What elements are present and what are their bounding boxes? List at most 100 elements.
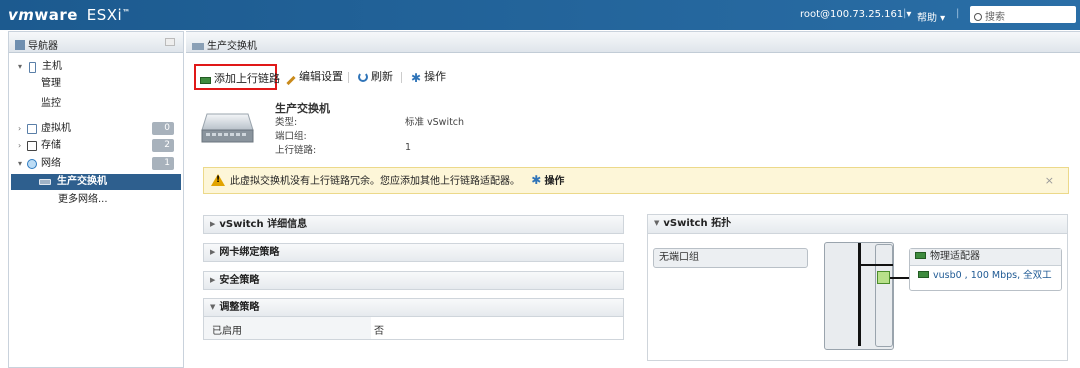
adapter-header-label: 物理适配器 xyxy=(930,251,980,262)
warning-icon xyxy=(211,174,225,186)
connector-line xyxy=(858,264,893,266)
switch-icon xyxy=(39,179,51,185)
actions-button[interactable]: ✱ 操作 xyxy=(411,64,446,90)
chevron-right-icon: ▶ xyxy=(210,276,216,284)
sidebar-item-label: 虚拟机 xyxy=(41,123,71,134)
traffic-shaping-section[interactable]: ▼ 调整策略 xyxy=(203,298,624,317)
shaping-enabled-value: 否 xyxy=(374,326,384,337)
pencil-icon xyxy=(286,75,296,86)
page-title: 生产交换机 xyxy=(207,41,257,52)
topology-header[interactable]: ▼ vSwitch 拓扑 xyxy=(648,215,1067,234)
refresh-button[interactable]: 刷新 xyxy=(358,64,393,90)
alert-actions-link[interactable]: 操作 xyxy=(544,176,564,187)
search-input[interactable]: 搜索 xyxy=(970,6,1076,23)
alert-text: 此虚拟交换机没有上行链路冗余。您应添加其他上行链路适配器。 xyxy=(230,176,520,187)
count-badge: 0 xyxy=(152,122,174,135)
count-badge: 1 xyxy=(152,157,174,170)
chevron-down-icon: ▼ xyxy=(210,303,216,311)
expand-icon[interactable]: ▾ xyxy=(18,156,22,172)
top-bar: vmware ESXi™ root@100.73.25.161 ▾ | 帮助 ▾… xyxy=(0,0,1080,30)
vmware-esxi-logo: vmware ESXi™ xyxy=(8,6,131,24)
header-separator: | xyxy=(903,8,907,19)
actions-label: 操作 xyxy=(424,70,447,83)
physical-adapter-box: 物理适配器 vusb0 , 100 Mbps, 全双工 xyxy=(909,248,1062,291)
toolbar-divider xyxy=(401,72,402,83)
sidebar-item-monitor[interactable]: 监控 xyxy=(9,96,183,112)
main-header: 生产交换机 xyxy=(186,32,1080,53)
sidebar-item-storage[interactable]: › 存储 2 xyxy=(9,138,183,154)
expand-icon[interactable]: › xyxy=(18,121,21,137)
edit-settings-label: 编辑设置 xyxy=(299,70,343,83)
refresh-label: 刷新 xyxy=(371,70,393,83)
expand-icon[interactable]: › xyxy=(18,138,21,154)
navigator-title: 导航器 xyxy=(28,41,58,52)
sidebar-item-label: 管理 xyxy=(41,78,61,89)
logo-ware: ware xyxy=(34,6,78,24)
help-menu[interactable]: 帮助 ▾ xyxy=(917,9,945,24)
section-title: vSwitch 详细信息 xyxy=(219,219,308,230)
chevron-right-icon: ▶ xyxy=(210,220,216,228)
toolbar-divider xyxy=(348,72,349,83)
user-menu[interactable]: root@100.73.25.161 ▾ xyxy=(800,9,911,20)
gear-icon: ✱ xyxy=(411,71,422,85)
security-policy-section[interactable]: ▶ 安全策略 xyxy=(203,271,624,290)
adapter-header: 物理适配器 xyxy=(910,249,1061,266)
expand-icon[interactable]: ▾ xyxy=(18,59,22,75)
vm-icon xyxy=(27,124,37,134)
navigator-header: 导航器 xyxy=(9,32,183,53)
sidebar-item-label: 生产交换机 xyxy=(57,176,107,187)
vswitch-device-icon xyxy=(201,113,254,143)
shaping-enabled-label: 已启用 xyxy=(204,317,371,339)
uplink-box xyxy=(875,244,893,347)
section-title: vSwitch 拓扑 xyxy=(663,218,732,229)
adapter-row[interactable]: vusb0 , 100 Mbps, 全双工 xyxy=(910,266,1061,286)
logo-trademark: ™ xyxy=(122,8,131,17)
sidebar-item-network[interactable]: ▾ 网络 1 xyxy=(9,156,183,172)
sidebar-item-label: 存储 xyxy=(41,140,61,151)
add-uplink-label: 添加上行链路 xyxy=(214,72,280,85)
header-separator: | xyxy=(956,8,960,19)
nic-icon xyxy=(200,77,211,84)
nic-icon xyxy=(918,271,929,278)
sidebar-item-manage[interactable]: 管理 xyxy=(9,76,183,92)
section-title: 网卡绑定策略 xyxy=(219,247,280,258)
collapse-icon[interactable] xyxy=(165,38,175,46)
search-placeholder: 搜索 xyxy=(985,12,1005,23)
logo-vm: vm xyxy=(8,6,35,24)
portgroup-label: 端口组: xyxy=(275,131,307,142)
network-icon xyxy=(27,159,37,169)
sidebar-item-label: 网络 xyxy=(41,158,61,169)
vswitch-details-section[interactable]: ▶ vSwitch 详细信息 xyxy=(203,215,624,234)
chevron-right-icon: ▶ xyxy=(210,248,216,256)
uplink-port-icon[interactable] xyxy=(877,271,890,284)
refresh-icon xyxy=(358,72,368,82)
redundancy-warning-alert: 此虚拟交换机没有上行链路冗余。您应添加其他上行链路适配器。 ✱ 操作 × xyxy=(203,167,1069,194)
sidebar-item-label: 主机 xyxy=(42,61,62,72)
gear-icon: ✱ xyxy=(531,173,542,187)
chevron-down-icon: ▼ xyxy=(654,219,660,227)
connector-line xyxy=(890,277,909,279)
adapter-row-label: vusb0 , 100 Mbps, 全双工 xyxy=(933,270,1052,281)
sidebar-item-label: 监控 xyxy=(41,98,61,109)
search-icon xyxy=(974,13,982,21)
shaping-enabled-row: 已启用 否 xyxy=(203,317,624,340)
logo-product: ESXi xyxy=(86,6,123,24)
add-uplink-button[interactable]: 添加上行链路 xyxy=(194,64,280,90)
nic-icon xyxy=(915,252,926,259)
navigator-icon xyxy=(15,40,25,50)
edit-settings-button[interactable]: 编辑设置 xyxy=(286,64,343,90)
uplinks-value: 1 xyxy=(405,142,412,153)
sidebar-item-more-networks[interactable]: 更多网络... xyxy=(9,192,183,208)
close-icon[interactable]: × xyxy=(1045,168,1054,193)
switch-icon xyxy=(192,43,204,50)
type-value: 标准 vSwitch xyxy=(405,117,465,128)
section-title: 调整策略 xyxy=(219,302,260,313)
sidebar-item-production-switch[interactable]: 生产交换机 xyxy=(11,174,181,190)
nic-teaming-section[interactable]: ▶ 网卡绑定策略 xyxy=(203,243,624,262)
vswitch-bus-line xyxy=(858,243,861,346)
type-label: 类型: xyxy=(275,117,298,128)
count-badge: 2 xyxy=(152,139,174,152)
sidebar-item-label: 更多网络... xyxy=(58,194,108,205)
sidebar-item-vms[interactable]: › 虚拟机 0 xyxy=(9,121,183,137)
sidebar-item-host[interactable]: ▾ 主机 xyxy=(9,59,183,75)
